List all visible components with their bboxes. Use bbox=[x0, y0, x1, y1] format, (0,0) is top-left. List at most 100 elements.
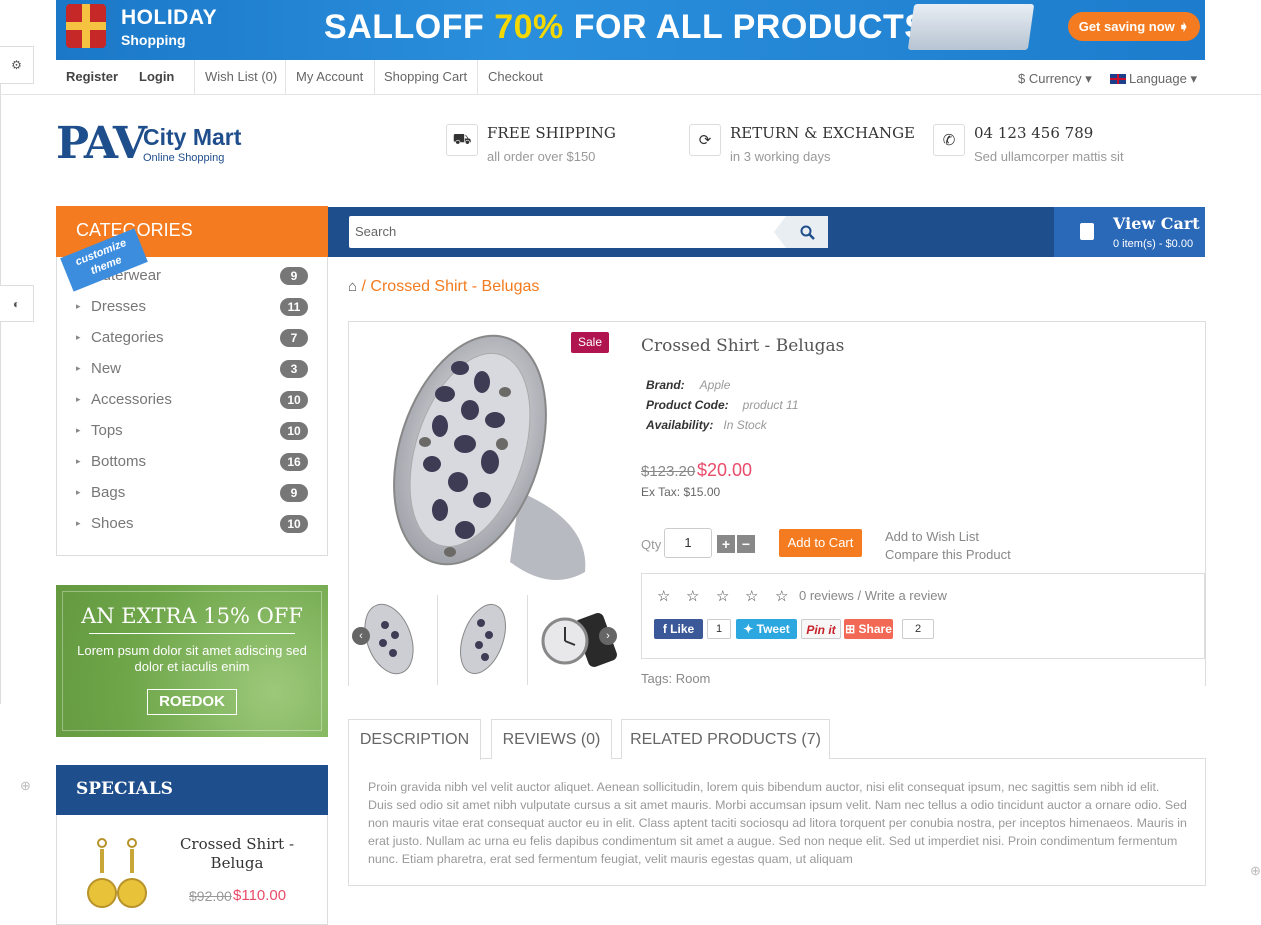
meta-label: Brand: bbox=[646, 378, 685, 392]
carousel-next-button[interactable]: › bbox=[599, 627, 617, 645]
shopping-cart-link[interactable]: Shopping Cart bbox=[384, 60, 467, 95]
login-link[interactable]: Login bbox=[139, 60, 174, 95]
chevron-right-icon: ▸ bbox=[76, 518, 81, 528]
gift-icon bbox=[66, 4, 106, 48]
tab-description[interactable]: DESCRIPTION bbox=[348, 719, 481, 760]
plus-icon: ⊞ bbox=[845, 622, 859, 636]
chevron-right-icon: ▸ bbox=[76, 425, 81, 435]
category-label: Dresses bbox=[91, 298, 147, 315]
category-item[interactable]: ▸ Categories 7 bbox=[76, 329, 308, 360]
checkout-link[interactable]: Checkout bbox=[488, 60, 543, 95]
theme-toggle[interactable]: ◐ bbox=[0, 285, 34, 322]
product-main-image[interactable] bbox=[350, 322, 618, 594]
qty-decrease-button[interactable]: − bbox=[737, 535, 755, 553]
ring-image bbox=[393, 334, 586, 580]
meta-label: Product Code: bbox=[646, 398, 729, 412]
cart-summary: 0 item(s) - $0.00 bbox=[1113, 238, 1194, 250]
side-panel-edge bbox=[0, 84, 1, 704]
share-button[interactable]: ⊞ Share bbox=[844, 619, 893, 639]
phone-icon: ✆ bbox=[933, 124, 965, 156]
qty-label: Qty bbox=[641, 537, 662, 552]
like-count: 1 bbox=[707, 619, 731, 639]
tags-label: Tags: bbox=[641, 671, 673, 686]
ring-thumb-image bbox=[460, 603, 506, 675]
chevron-right-icon: ▸ bbox=[76, 487, 81, 497]
category-item[interactable]: ▸ Bottoms 16 bbox=[76, 453, 308, 484]
plus-circle-icon-right[interactable]: ⊕ bbox=[1250, 863, 1261, 879]
feature-title: FREE SHIPPING bbox=[487, 124, 616, 142]
description-text: Proin gravida nibh vel velit auctor aliq… bbox=[348, 759, 1206, 886]
chevron-right-icon: ▸ bbox=[76, 363, 81, 373]
add-to-cart-button[interactable]: Add to Cart bbox=[779, 529, 862, 557]
star-empty-icon: ☆ bbox=[716, 588, 730, 605]
promo-block[interactable]: AN EXTRA 15% OFF Lorem psum dolor sit am… bbox=[56, 585, 328, 737]
twitter-icon: ✦ bbox=[743, 622, 757, 636]
meta-label: Availability: bbox=[646, 418, 714, 432]
divider bbox=[477, 60, 478, 95]
search-button[interactable] bbox=[774, 216, 828, 248]
home-icon[interactable]: ⌂ bbox=[348, 278, 357, 295]
category-label: Bottoms bbox=[91, 453, 147, 470]
feature-title: 04 123 456 789 bbox=[974, 124, 1094, 142]
currency-dropdown[interactable]: $ Currency ▾ bbox=[1018, 62, 1092, 97]
ex-tax: Ex Tax: $15.00 bbox=[641, 485, 721, 499]
chevron-right-icon: ▸ bbox=[76, 301, 81, 311]
product-brand: Brand: Apple bbox=[646, 378, 730, 392]
count-badge: 11 bbox=[280, 298, 308, 316]
tab-reviews[interactable]: REVIEWS (0) bbox=[491, 719, 612, 759]
category-item[interactable]: ▸ New 3 bbox=[76, 360, 308, 391]
earrings-image[interactable] bbox=[85, 835, 151, 925]
my-account-link[interactable]: My Account bbox=[296, 60, 363, 95]
language-dropdown[interactable]: Language ▾ bbox=[1110, 62, 1197, 97]
tab-related-products[interactable]: RELATED PRODUCTS (7) bbox=[621, 719, 830, 759]
search-input[interactable]: Search bbox=[349, 216, 828, 248]
carousel-prev-button[interactable]: ‹ bbox=[352, 627, 370, 645]
chevron-right-icon: ▸ bbox=[76, 332, 81, 342]
get-saving-button[interactable]: Get saving now ➧ bbox=[1068, 12, 1200, 41]
quantity-input[interactable]: 1 bbox=[664, 528, 712, 558]
category-label: Bags bbox=[91, 484, 126, 501]
truck-icon: ⛟ bbox=[446, 124, 478, 156]
promo-banner[interactable]: HOLIDAY Shopping SALLOFF 70% FOR ALL PRO… bbox=[56, 0, 1205, 60]
count-badge: 10 bbox=[280, 391, 308, 409]
tweet-button[interactable]: ✦ Tweet bbox=[736, 619, 797, 639]
count-badge: 9 bbox=[280, 267, 308, 285]
old-price: $123.20 bbox=[641, 463, 696, 480]
star-empty-icon: ☆ bbox=[657, 588, 671, 605]
category-label: Categories bbox=[91, 329, 164, 346]
contrast-icon: ◐ bbox=[12, 296, 21, 311]
category-item[interactable]: ▸ Tops 10 bbox=[76, 422, 308, 453]
specials-panel: Crossed Shirt - Beluga $92.00 $110.00 bbox=[56, 815, 328, 925]
special-product-name[interactable]: Crossed Shirt - Beluga bbox=[177, 835, 297, 873]
search-icon bbox=[800, 225, 815, 240]
product-thumbnail[interactable] bbox=[439, 595, 528, 685]
qty-increase-button[interactable]: + bbox=[717, 535, 735, 553]
wishlist-link[interactable]: Wish List (0) bbox=[205, 60, 277, 95]
breadcrumb-current: Crossed Shirt - Belugas bbox=[370, 278, 540, 295]
product-availability: Availability: In Stock bbox=[646, 418, 767, 432]
category-label: New bbox=[91, 360, 122, 377]
category-item[interactable]: ▸ Shoes 10 bbox=[76, 515, 308, 546]
promo-button[interactable]: ROEDOK bbox=[147, 689, 237, 715]
star-empty-icon: ☆ bbox=[775, 588, 789, 605]
facebook-like-button[interactable]: f Like bbox=[654, 619, 703, 639]
write-review-link[interactable]: 0 reviews / Write a review bbox=[799, 588, 947, 603]
category-item[interactable]: ▸ Accessories 10 bbox=[76, 391, 308, 422]
plus-circle-icon[interactable]: ⊕ bbox=[20, 778, 31, 794]
compare-link[interactable]: Compare this Product bbox=[885, 547, 1011, 562]
meta-value: In Stock bbox=[723, 418, 767, 432]
tag-link[interactable]: Room bbox=[676, 671, 711, 686]
promo-text: Lorem psum dolor sit amet adiscing sed d… bbox=[77, 643, 307, 674]
view-cart-button[interactable]: View Cart 0 item(s) - $0.00 bbox=[1054, 207, 1205, 257]
count-badge: 9 bbox=[280, 484, 308, 502]
refresh-icon: ⟳ bbox=[689, 124, 721, 156]
register-link[interactable]: Register bbox=[66, 60, 118, 95]
promo-divider bbox=[89, 633, 295, 634]
logo-subtitle: Online Shopping bbox=[143, 152, 225, 164]
add-to-wishlist-link[interactable]: Add to Wish List bbox=[885, 529, 979, 544]
category-item[interactable]: ▸ Dresses 11 bbox=[76, 298, 308, 329]
feature-subtitle: in 3 working days bbox=[730, 149, 831, 164]
meta-value[interactable]: Apple bbox=[700, 378, 731, 392]
pinterest-button[interactable]: Pin it bbox=[801, 619, 841, 639]
category-item[interactable]: ▸ Bags 9 bbox=[76, 484, 308, 515]
